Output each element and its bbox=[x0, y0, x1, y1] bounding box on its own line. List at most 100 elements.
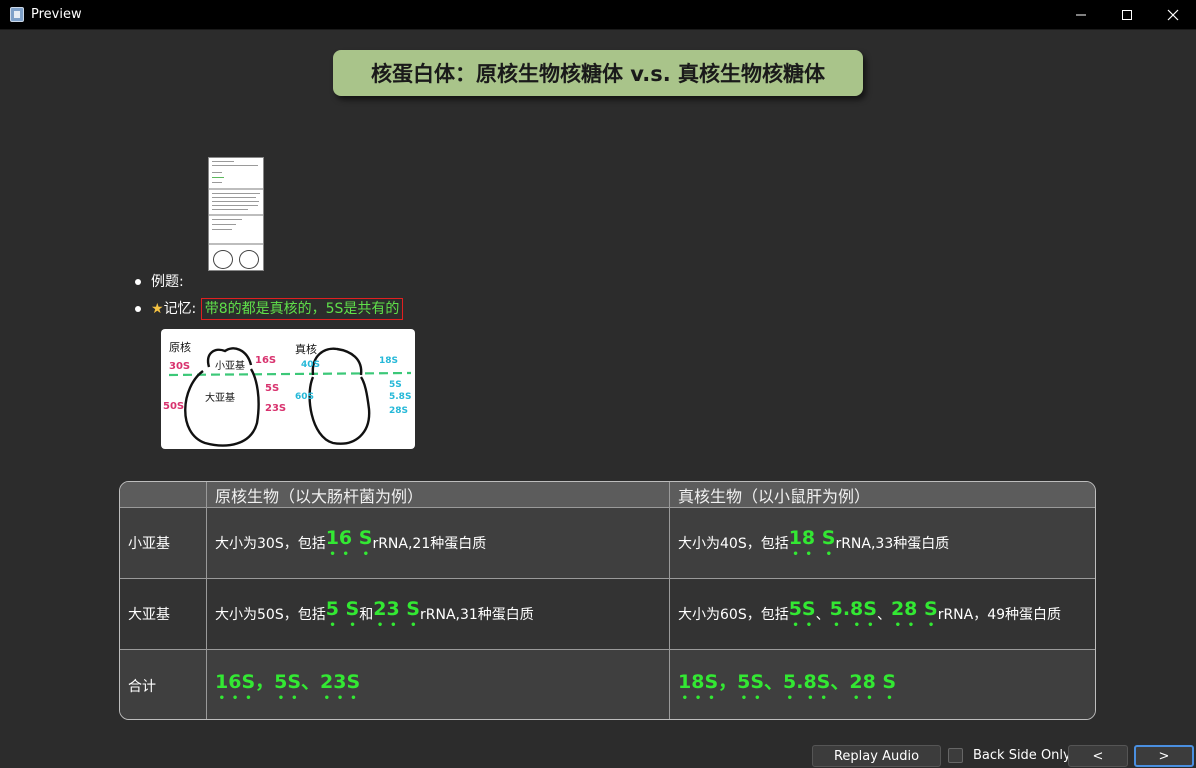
thumb-line bbox=[212, 201, 259, 202]
memory-highlight: 带8的都是真核的，5S是共有的 bbox=[200, 298, 404, 320]
thumb-separator bbox=[209, 243, 263, 245]
prok-small-size: 30S bbox=[169, 361, 190, 372]
prok-cell: 大小为50S，包括 5 S 和 23 S rRNA,31种蛋白质 bbox=[207, 579, 670, 649]
prok-large-rrna-2: 23S bbox=[265, 403, 286, 414]
example-label: 例题: bbox=[151, 274, 184, 290]
cell-text: 大小为30S，包括 bbox=[215, 536, 326, 552]
cell-text: 和 bbox=[359, 607, 374, 623]
thumb-line bbox=[212, 209, 248, 210]
prok-label: 原核 bbox=[169, 340, 191, 354]
thumb-line bbox=[212, 224, 236, 225]
thumb-separator bbox=[209, 188, 263, 190]
euk-cell: 18S，5S、5.8S、28 S bbox=[670, 650, 1095, 719]
star-icon: ★ bbox=[151, 301, 164, 317]
row-label: 小亚基 bbox=[120, 508, 207, 578]
minimize-icon bbox=[1076, 14, 1086, 16]
euk-small-size: 40S bbox=[301, 360, 320, 370]
table-header-row: 原核生物（以大肠杆菌为例） 真核生物（以小鼠肝为例） bbox=[120, 482, 1095, 508]
emphasis-text: 5.8S bbox=[829, 597, 877, 620]
bullet-example: 例题: bbox=[135, 270, 403, 294]
cell-text: rRNA,31种蛋白质 bbox=[419, 607, 534, 623]
back-side-only-label[interactable]: Back Side Only bbox=[973, 748, 1071, 763]
table-header-cell: 真核生物（以小鼠肝为例） bbox=[678, 486, 871, 506]
thumb-separator bbox=[209, 214, 263, 216]
divider-line bbox=[168, 371, 412, 377]
row-label: 大亚基 bbox=[120, 579, 207, 649]
cell-text: rRNA，49种蛋白质 bbox=[937, 607, 1062, 623]
row-label: 合计 bbox=[120, 650, 207, 719]
card-title: 核蛋白体：原核生物核糖体 v.s. 真核生物核糖体 bbox=[333, 50, 863, 96]
euk-large-rrna-1: 5S bbox=[389, 380, 402, 390]
replay-audio-button[interactable]: Replay Audio bbox=[812, 745, 941, 767]
table-header-cell: 原核生物（以大肠杆菌为例） bbox=[207, 482, 670, 507]
table-row: 小亚基 大小为30S，包括 16 S rRNA,21种蛋白质 大小为40S，包括 1… bbox=[120, 508, 1095, 579]
card-content: 核蛋白体：原核生物核糖体 v.s. 真核生物核糖体 例题: ★记忆: 带8的都是… bbox=[0, 30, 1196, 740]
emphasis-text: 28 S bbox=[890, 597, 938, 620]
euk-label: 真核 bbox=[295, 342, 317, 356]
table-header-cell bbox=[120, 482, 207, 507]
table-row: 合计 16S，5S、23S 18S，5S、5.8S、28 S bbox=[120, 650, 1095, 719]
euk-small-subunit-shape bbox=[311, 347, 363, 376]
emphasis-text: 5 S bbox=[325, 597, 360, 620]
prok-small-rrna: 16S bbox=[255, 355, 276, 366]
thumb-line bbox=[212, 219, 242, 220]
thumb-line bbox=[212, 229, 232, 230]
cell-text: rRNA,33种蛋白质 bbox=[835, 536, 950, 552]
prok-large-subunit-shape bbox=[184, 368, 260, 447]
memory-label: 记忆: bbox=[163, 301, 197, 317]
example-thumbnail[interactable] bbox=[208, 157, 264, 271]
emphasis-text: 5S bbox=[788, 597, 816, 620]
prok-cell: 16S，5S、23S bbox=[207, 650, 670, 719]
thumb-circle bbox=[239, 250, 259, 269]
euk-small-rrna: 18S bbox=[379, 356, 398, 366]
thumb-line bbox=[212, 193, 260, 194]
euk-large-size: 60S bbox=[295, 392, 314, 402]
minimize-button[interactable] bbox=[1058, 0, 1104, 30]
window-titlebar[interactable]: Preview bbox=[0, 0, 1196, 30]
cell-text: 大小为60S，包括 bbox=[678, 607, 789, 623]
prok-cell: 大小为30S，包括 16 S rRNA,21种蛋白质 bbox=[207, 508, 670, 578]
emphasis-text: 16 S bbox=[325, 526, 373, 549]
cell-text: 、 bbox=[815, 607, 830, 623]
prok-large-subunit-label: 大亚基 bbox=[205, 391, 235, 404]
comparison-table: 原核生物（以大肠杆菌为例） 真核生物（以小鼠肝为例） 小亚基 大小为30S，包括… bbox=[119, 481, 1096, 720]
bullet-memory: ★记忆: 带8的都是真核的，5S是共有的 bbox=[135, 297, 404, 321]
emphasis-text: 16S，5S、23S bbox=[215, 671, 361, 693]
prok-large-rrna-1: 5S bbox=[265, 383, 279, 394]
cell-text: rRNA,21种蛋白质 bbox=[372, 536, 487, 552]
previous-button[interactable]: < bbox=[1068, 745, 1128, 767]
app-icon bbox=[10, 7, 24, 22]
cell-text: 大小为50S，包括 bbox=[215, 607, 326, 623]
euk-large-rrna-2: 5.8S bbox=[389, 392, 411, 402]
thumb-line bbox=[212, 161, 234, 162]
cell-text: 、 bbox=[876, 607, 891, 623]
euk-cell: 大小为60S，包括 5S、 5.8S、 28 S rRNA，49种蛋白质 bbox=[670, 579, 1095, 649]
next-button[interactable]: > bbox=[1134, 745, 1194, 767]
bullet-list: 例题: ★记忆: 带8的都是真核的，5S是共有的 bbox=[135, 270, 404, 324]
thumb-line bbox=[212, 182, 222, 183]
thumb-line bbox=[212, 177, 224, 178]
thumb-circle bbox=[213, 250, 233, 269]
thumb-line bbox=[212, 205, 258, 206]
close-icon bbox=[1167, 9, 1179, 21]
maximize-button[interactable] bbox=[1104, 0, 1150, 30]
euk-large-subunit-shape bbox=[308, 376, 371, 445]
euk-cell: 大小为40S，包括 18 S rRNA,33种蛋白质 bbox=[670, 508, 1095, 578]
ribosome-diagram: 原核 30S 50S 小亚基 大亚基 16S 5S 23S 真核 40S 60S… bbox=[161, 329, 415, 449]
emphasis-text: 18 S bbox=[788, 526, 836, 549]
cell-text: 大小为40S，包括 bbox=[678, 536, 789, 552]
close-button[interactable] bbox=[1150, 0, 1196, 30]
euk-large-rrna-3: 28S bbox=[389, 406, 408, 416]
table-row: 大亚基 大小为50S，包括 5 S 和 23 S rRNA,31种蛋白质 大小为60S… bbox=[120, 579, 1095, 650]
thumb-line bbox=[212, 197, 256, 198]
ribosome-sketch: 原核 30S 50S 小亚基 大亚基 16S 5S 23S 真核 40S 60S… bbox=[163, 340, 412, 447]
emphasis-text: 23 S bbox=[373, 597, 420, 620]
thumb-line bbox=[212, 172, 222, 173]
thumb-line bbox=[212, 165, 258, 166]
prok-small-subunit-label: 小亚基 bbox=[215, 359, 245, 372]
emphasis-text: 18S，5S、5.8S、28 S bbox=[678, 671, 897, 693]
window-title: Preview bbox=[31, 7, 82, 22]
maximize-icon bbox=[1122, 10, 1132, 20]
back-side-only-checkbox[interactable] bbox=[948, 748, 963, 763]
prok-large-size: 50S bbox=[163, 401, 184, 412]
